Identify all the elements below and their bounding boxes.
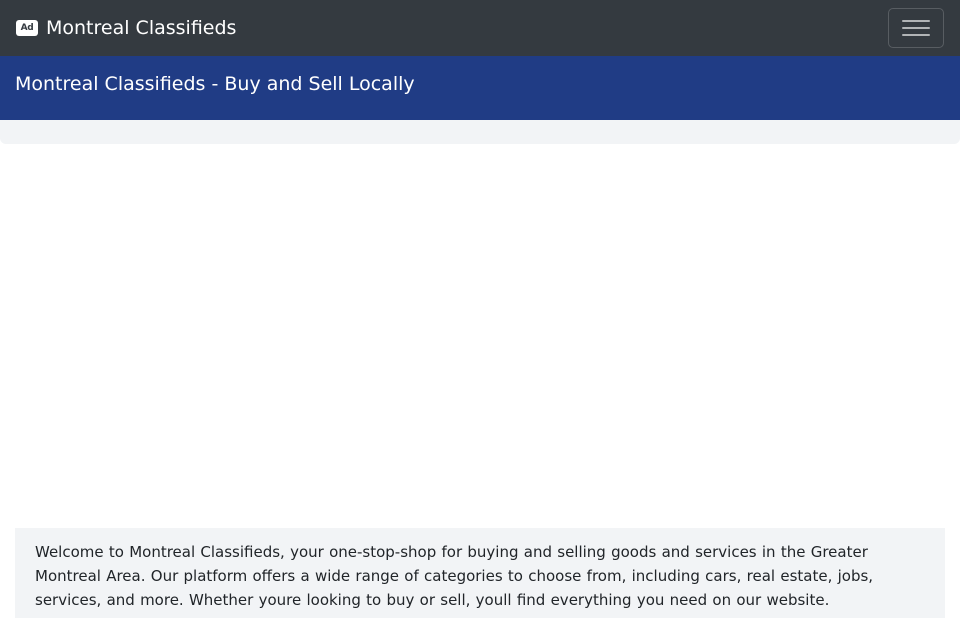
banner-divider-strip bbox=[0, 120, 960, 144]
top-navbar: Ad Montreal Classifieds bbox=[0, 0, 960, 56]
hamburger-icon bbox=[902, 18, 930, 38]
intro-panel: Welcome to Montreal Classifieds, your on… bbox=[15, 528, 945, 618]
hamburger-line bbox=[902, 27, 930, 29]
brand-link[interactable]: Ad Montreal Classifieds bbox=[16, 14, 236, 42]
hamburger-line bbox=[902, 34, 930, 36]
navbar-toggle-button[interactable] bbox=[888, 8, 944, 48]
ad-icon-label: Ad bbox=[20, 22, 34, 33]
ad-space bbox=[0, 144, 960, 528]
hamburger-line bbox=[902, 20, 930, 22]
brand-name: Montreal Classifieds bbox=[46, 17, 237, 39]
page-title: Montreal Classifieds - Buy and Sell Loca… bbox=[15, 73, 415, 95]
page-banner: Montreal Classifieds - Buy and Sell Loca… bbox=[0, 56, 960, 120]
ad-icon: Ad bbox=[16, 20, 38, 36]
intro-text: Welcome to Montreal Classifieds, your on… bbox=[35, 543, 874, 609]
